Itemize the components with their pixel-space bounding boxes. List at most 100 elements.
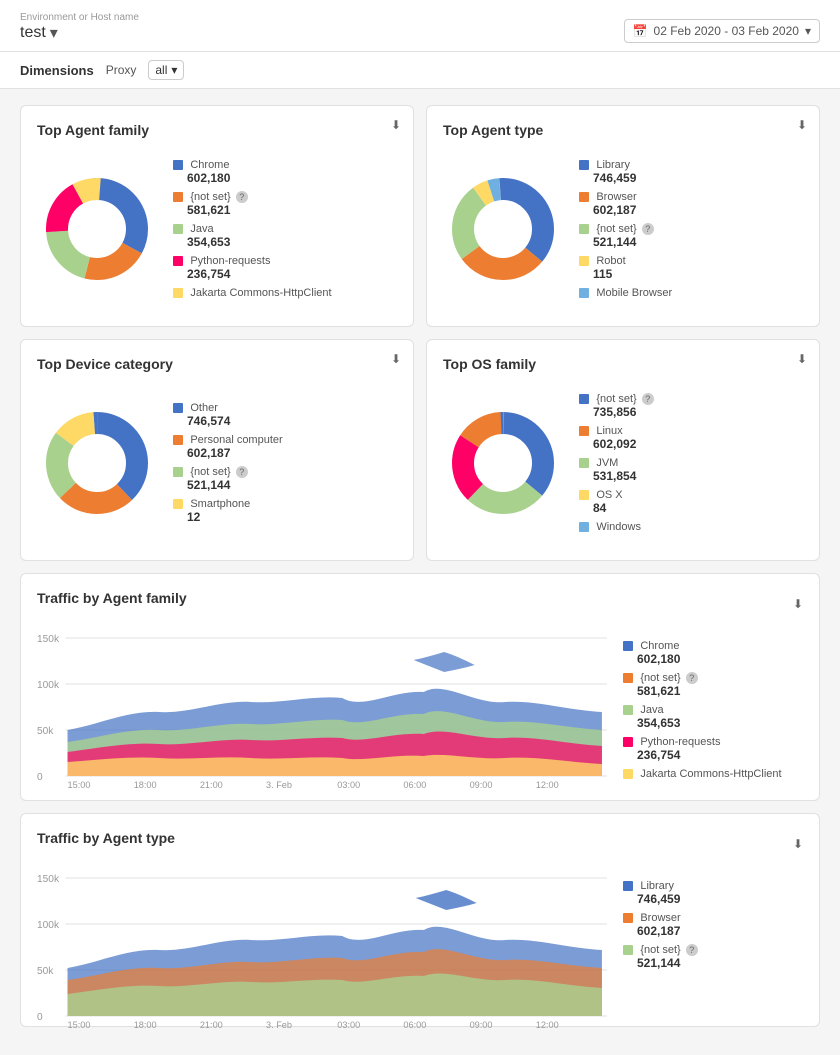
- legend-item: Jakarta Commons-HttpClient: [173, 285, 397, 299]
- notset-type-traffic-value: 521,144: [637, 956, 803, 970]
- chrome-color: [173, 160, 183, 170]
- svg-text:09:00: 09:00: [470, 1020, 493, 1030]
- jakarta-traffic-color: [623, 769, 633, 779]
- python-traffic-color: [623, 737, 633, 747]
- jvm-label: JVM: [596, 457, 618, 469]
- svg-text:15:00: 15:00: [68, 1020, 91, 1030]
- legend-item: Other 746,574: [173, 400, 397, 428]
- robot-value: 115: [593, 267, 803, 281]
- help-icon[interactable]: ?: [642, 393, 654, 405]
- top-device-category-title: Top Device category: [37, 356, 397, 372]
- browser-traffic-label: Browser: [640, 912, 680, 924]
- legend-item: Browser 602,187: [623, 910, 803, 938]
- donut-svg-os-family: [443, 403, 563, 523]
- notset-type-traffic-label: {not set} ?: [640, 944, 697, 956]
- help-icon[interactable]: ?: [236, 191, 248, 203]
- dimensions-label: Dimensions: [20, 63, 94, 78]
- notset-value: 521,144: [593, 235, 803, 249]
- all-select-dropdown[interactable]: all ▾: [148, 60, 184, 80]
- legend-item: Linux 602,092: [579, 423, 803, 451]
- top-agent-type-title: Top Agent type: [443, 122, 803, 138]
- notset-traffic-color: [623, 673, 633, 683]
- legend-item: Library 746,459: [623, 878, 803, 906]
- date-range-text: 02 Feb 2020 - 03 Feb 2020: [654, 24, 799, 38]
- main-content: Top Agent family ⬇: [0, 89, 840, 1055]
- traffic-agent-type-legend: Library 746,459 Browser 602,187 {not set…: [623, 870, 803, 1010]
- java-color: [173, 224, 183, 234]
- calendar-icon: 📅: [633, 24, 648, 38]
- env-value: test: [20, 24, 46, 42]
- traffic-agent-family-title: Traffic by Agent family: [37, 590, 187, 606]
- svg-text:12:00: 12:00: [536, 1020, 559, 1030]
- help-icon[interactable]: ?: [686, 672, 698, 684]
- library-color: [579, 160, 589, 170]
- svg-text:18:00: 18:00: [134, 780, 157, 790]
- top-os-family-title: Top OS family: [443, 356, 803, 372]
- donut-charts-grid: Top Agent family ⬇: [20, 105, 820, 561]
- svg-text:15:00: 15:00: [68, 780, 91, 790]
- mobile-browser-label: Mobile Browser: [596, 287, 672, 299]
- jvm-value: 531,854: [593, 469, 803, 483]
- chrome-traffic-label: Chrome: [640, 640, 679, 652]
- svg-text:06:00: 06:00: [403, 780, 426, 790]
- donut-svg-agent-family: [37, 169, 157, 289]
- svg-text:150k: 150k: [37, 634, 60, 645]
- download-agent-family-icon[interactable]: ⬇: [391, 118, 401, 132]
- library-label: Library: [596, 159, 630, 171]
- svg-text:21:00: 21:00: [200, 780, 223, 790]
- legend-item: JVM 531,854: [579, 455, 803, 483]
- date-range-picker[interactable]: 📅 02 Feb 2020 - 03 Feb 2020 ▾: [624, 19, 820, 43]
- pc-value: 602,187: [187, 446, 397, 460]
- download-os-family-icon[interactable]: ⬇: [797, 352, 807, 366]
- svg-text:100k: 100k: [37, 680, 60, 691]
- header: Environment or Host name test ▾ 📅 02 Feb…: [0, 0, 840, 52]
- robot-label: Robot: [596, 255, 625, 267]
- download-device-category-icon[interactable]: ⬇: [391, 352, 401, 366]
- help-icon[interactable]: ?: [236, 466, 248, 478]
- donut-content: Other 746,574 Personal computer 602,187 …: [37, 384, 397, 544]
- download-traffic-agent-type-icon[interactable]: ⬇: [793, 837, 803, 851]
- svg-text:3. Feb: 3. Feb: [266, 780, 292, 790]
- smartphone-label: Smartphone: [190, 498, 250, 510]
- legend-item: {not set} ? 521,144: [173, 464, 397, 492]
- agent-family-legend: Chrome 602,180 {not set} ? 581,621 Java …: [173, 157, 397, 303]
- legend-item: Smartphone 12: [173, 496, 397, 524]
- svg-text:0: 0: [37, 772, 43, 783]
- env-dropdown-icon[interactable]: ▾: [50, 23, 58, 43]
- date-dropdown-icon[interactable]: ▾: [805, 24, 811, 38]
- java-value: 354,653: [187, 235, 397, 249]
- env-section: Environment or Host name test ▾: [20, 12, 139, 43]
- legend-item: Browser 602,187: [579, 189, 803, 217]
- legend-item: Python-requests 236,754: [623, 734, 803, 762]
- donut-content: Chrome 602,180 {not set} ? 581,621 Java …: [37, 150, 397, 310]
- download-agent-type-icon[interactable]: ⬇: [797, 118, 807, 132]
- all-dropdown-icon[interactable]: ▾: [171, 63, 177, 77]
- svg-text:3. Feb: 3. Feb: [266, 1020, 292, 1030]
- library-value: 746,459: [593, 171, 803, 185]
- traffic-chart-svg: 150k 100k 50k 0: [37, 630, 607, 790]
- notset-os-value: 735,856: [593, 405, 803, 419]
- donut-chart-agent-family: [37, 169, 157, 292]
- help-icon[interactable]: ?: [642, 223, 654, 235]
- other-label: Other: [190, 402, 218, 414]
- download-traffic-agent-family-icon[interactable]: ⬇: [793, 597, 803, 611]
- svg-text:100k: 100k: [37, 920, 60, 931]
- notset-os-label: {not set} ?: [596, 393, 653, 405]
- linux-value: 602,092: [593, 437, 803, 451]
- windows-color: [579, 522, 589, 532]
- legend-item: Mobile Browser: [579, 285, 803, 299]
- proxy-label: Proxy: [106, 63, 137, 77]
- top-agent-type-card: Top Agent type ⬇ Library: [426, 105, 820, 327]
- donut-svg-agent-type: [443, 169, 563, 289]
- traffic-agent-family-legend: Chrome 602,180 {not set} ? 581,621 Java …: [623, 630, 803, 784]
- env-select[interactable]: test ▾: [20, 23, 139, 43]
- browser-value: 602,187: [593, 203, 803, 217]
- agent-type-legend: Library 746,459 Browser 602,187 {not set…: [579, 157, 803, 303]
- browser-color: [579, 192, 589, 202]
- mobile-browser-color: [579, 288, 589, 298]
- java-traffic-color: [623, 705, 633, 715]
- help-icon[interactable]: ?: [686, 944, 698, 956]
- jakarta-traffic-label: Jakarta Commons-HttpClient: [640, 768, 781, 780]
- svg-text:09:00: 09:00: [470, 780, 493, 790]
- library-traffic-value: 746,459: [637, 892, 803, 906]
